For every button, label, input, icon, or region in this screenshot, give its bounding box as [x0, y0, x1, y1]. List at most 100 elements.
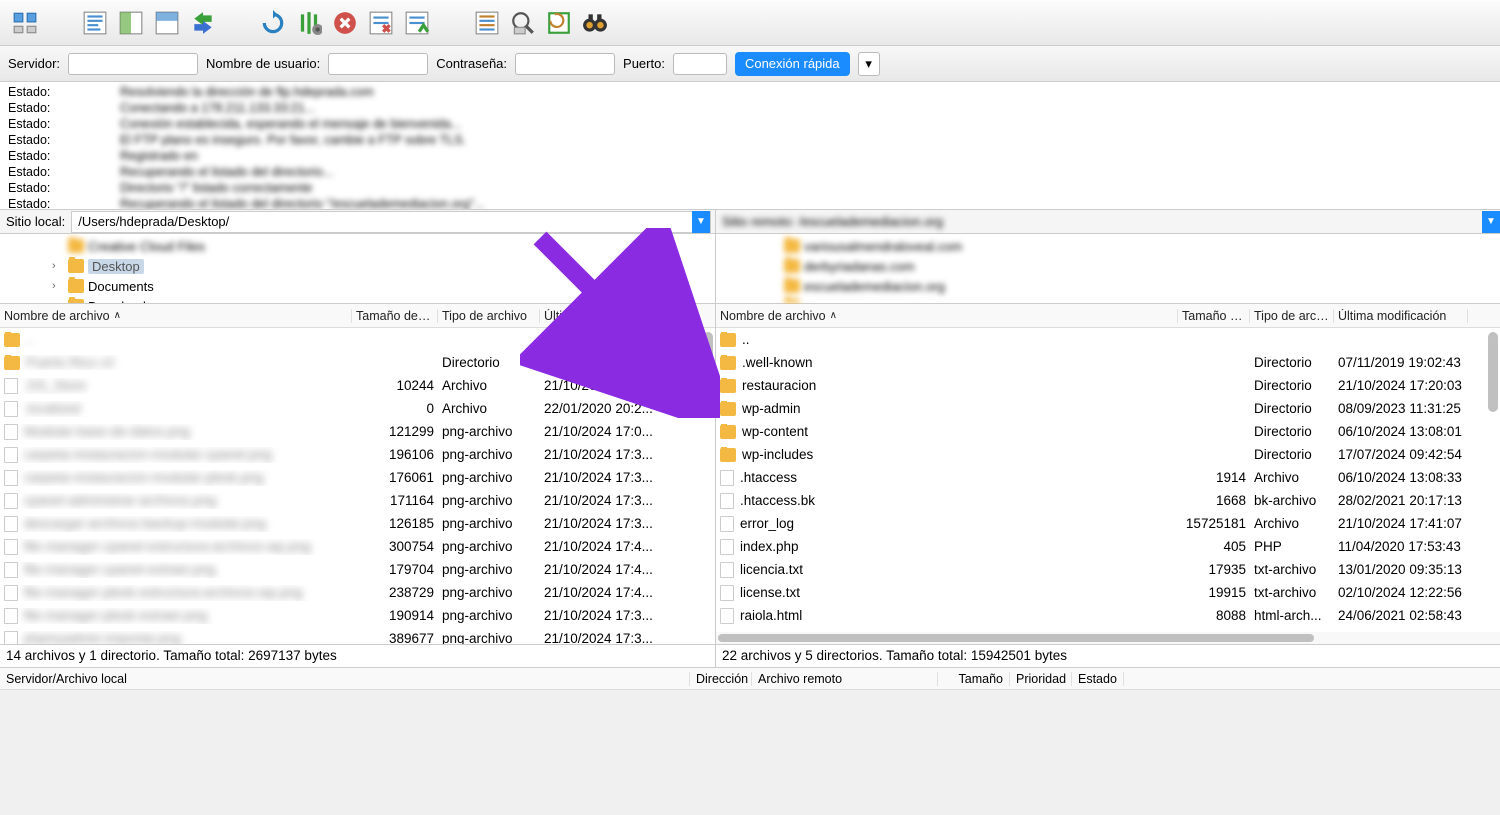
list-item[interactable]: restauracionDirectorio21/10/2024 17:20:0…: [716, 374, 1500, 397]
toggle-local-tree-icon[interactable]: [116, 8, 146, 38]
folder-icon: [720, 425, 736, 439]
tree-item[interactable]: escuelademediacion.org: [716, 276, 1500, 296]
tree-item[interactable]: etc: [716, 296, 1500, 303]
scrollbar[interactable]: [703, 332, 713, 640]
list-item[interactable]: cpanel-administrar-archivos.png171164png…: [0, 489, 715, 512]
file-lists: Nombre de archivo ∧ Tamaño de arc Tipo d…: [0, 304, 1500, 644]
sync-browse-icon[interactable]: [188, 8, 218, 38]
transfer-queue-header[interactable]: Servidor/Archivo local Dirección Archivo…: [0, 668, 1500, 690]
list-item[interactable]: .well-knownDirectorio07/11/2019 19:02:43: [716, 351, 1500, 374]
server-input[interactable]: [68, 53, 198, 75]
username-input[interactable]: [328, 53, 428, 75]
quickconnect-history-dropdown[interactable]: ▾: [858, 52, 880, 76]
remote-site-label: Sitio remoto: /escuelademediacion.org: [716, 214, 949, 229]
file-icon: [4, 401, 18, 417]
remote-list-header[interactable]: Nombre de archivo ∧ Tamaño de ar Tipo de…: [716, 304, 1500, 328]
list-item[interactable]: .htaccess1914Archivo06/10/2024 13:08:33: [716, 466, 1500, 489]
list-item[interactable]: phpmyadmin-importar.png389677png-archivo…: [0, 627, 715, 644]
list-item[interactable]: raiola.html8088html-arch...24/06/2021 02…: [716, 604, 1500, 627]
folder-icon: [720, 356, 736, 370]
folder-icon: [720, 402, 736, 416]
tree-item[interactable]: derbyriadanas.com: [716, 256, 1500, 276]
list-item[interactable]: wp-contentDirectorio06/10/2024 13:08:01: [716, 420, 1500, 443]
list-item[interactable]: file-manager-cpanel-extraer.png179704png…: [0, 558, 715, 581]
folder-icon: [68, 239, 84, 253]
local-site-label: Sitio local:: [0, 214, 71, 229]
local-list-header[interactable]: Nombre de archivo ∧ Tamaño de arc Tipo d…: [0, 304, 715, 328]
folder-icon: [68, 259, 84, 273]
local-summary: 14 archivos y 1 directorio. Tamaño total…: [0, 645, 716, 667]
file-icon: [4, 585, 18, 601]
file-icon: [720, 470, 734, 486]
toggle-remote-tree-icon[interactable]: [152, 8, 182, 38]
list-item[interactable]: .localized0Archivo22/01/2020 20:2...: [0, 397, 715, 420]
main-toolbar: [0, 0, 1500, 46]
list-item[interactable]: Puerto Rico v2Directorio29/08/2024 20:..…: [0, 351, 715, 374]
quickconnect-button[interactable]: Conexión rápida: [735, 52, 850, 76]
list-item[interactable]: Modular-base-de-datos.png121299png-archi…: [0, 420, 715, 443]
remote-tree[interactable]: variousalmendraloveal.comderbyriadanas.c…: [716, 234, 1500, 303]
disconnect-icon[interactable]: [366, 8, 396, 38]
toggle-log-icon[interactable]: [80, 8, 110, 38]
list-item[interactable]: ..: [716, 328, 1500, 351]
list-item[interactable]: .htaccess.bk1668bk-archivo28/02/2021 20:…: [716, 489, 1500, 512]
chevron-down-icon[interactable]: ▼: [692, 211, 710, 233]
port-input[interactable]: [673, 53, 727, 75]
list-item[interactable]: wp-adminDirectorio08/09/2023 11:31:25: [716, 397, 1500, 420]
tree-item[interactable]: Creative Cloud Files: [0, 236, 715, 256]
tree-item[interactable]: Downloads: [0, 296, 715, 303]
list-item[interactable]: carpeta-restauracion-modular-plesk.png17…: [0, 466, 715, 489]
list-item[interactable]: carpeta-restauracion-modular-cpanel.png1…: [0, 443, 715, 466]
list-item[interactable]: license.txt19915txt-archivo02/10/2024 12…: [716, 581, 1500, 604]
list-item[interactable]: wp-includesDirectorio17/07/2024 09:42:54: [716, 443, 1500, 466]
file-icon: [720, 516, 734, 532]
local-file-list[interactable]: Nombre de archivo ∧ Tamaño de arc Tipo d…: [0, 304, 716, 644]
file-icon: [4, 378, 18, 394]
file-icon: [4, 562, 18, 578]
local-tree[interactable]: Creative Cloud Files›Desktop›DocumentsDo…: [0, 234, 716, 303]
compare-icon[interactable]: [544, 8, 574, 38]
list-item[interactable]: descargar-archivos-backup-modular.png126…: [0, 512, 715, 535]
password-input[interactable]: [515, 53, 615, 75]
list-item[interactable]: ..: [0, 328, 715, 351]
scrollbar[interactable]: [716, 632, 1500, 644]
search-icon[interactable]: [508, 8, 538, 38]
tree-item[interactable]: ›Documents: [0, 276, 715, 296]
file-icon: [4, 470, 18, 486]
list-item[interactable]: index.php405PHP11/04/2020 17:53:43: [716, 535, 1500, 558]
reconnect-icon[interactable]: [402, 8, 432, 38]
list-item[interactable]: licencia.txt17935txt-archivo13/01/2020 0…: [716, 558, 1500, 581]
list-item[interactable]: file-manager-cpanel-estructura-archivos-…: [0, 535, 715, 558]
local-path-input[interactable]: [72, 214, 692, 229]
cancel-icon[interactable]: [330, 8, 360, 38]
binoculars-icon[interactable]: [580, 8, 610, 38]
folder-icon: [784, 239, 800, 253]
chevron-down-icon[interactable]: ▼: [1482, 211, 1500, 233]
file-icon: [720, 608, 734, 624]
file-icon: [4, 608, 18, 624]
server-label: Servidor:: [8, 56, 60, 71]
file-icon: [4, 516, 18, 532]
site-manager-icon[interactable]: [10, 8, 40, 38]
list-item[interactable]: .DS_Store10244Archivo21/10/2024 17:4...: [0, 374, 715, 397]
folder-icon: [68, 299, 84, 303]
remote-file-list[interactable]: Nombre de archivo ∧ Tamaño de ar Tipo de…: [716, 304, 1500, 644]
list-item[interactable]: error_log15725181Archivo21/10/2024 17:41…: [716, 512, 1500, 535]
file-icon: [4, 447, 18, 463]
list-item[interactable]: file-manager-plesk-extraer.png190914png-…: [0, 604, 715, 627]
file-icon: [4, 631, 18, 645]
filter-icon[interactable]: [472, 8, 502, 38]
scrollbar[interactable]: [1488, 332, 1498, 640]
process-queue-icon[interactable]: [294, 8, 324, 38]
tree-item[interactable]: ›Desktop: [0, 256, 715, 276]
refresh-icon[interactable]: [258, 8, 288, 38]
list-item[interactable]: file-manager-plesk-estructura-archivos-w…: [0, 581, 715, 604]
sort-asc-icon: ∧: [830, 310, 837, 321]
folder-icon: [720, 379, 736, 393]
folder-icon: [784, 279, 800, 293]
local-path-combo[interactable]: ▼: [71, 211, 711, 233]
username-label: Nombre de usuario:: [206, 56, 320, 71]
tree-item[interactable]: variousalmendraloveal.com: [716, 236, 1500, 256]
message-log[interactable]: Estado:Resolviendo la dirección de ftp.h…: [0, 82, 1500, 210]
folder-icon: [720, 333, 736, 347]
